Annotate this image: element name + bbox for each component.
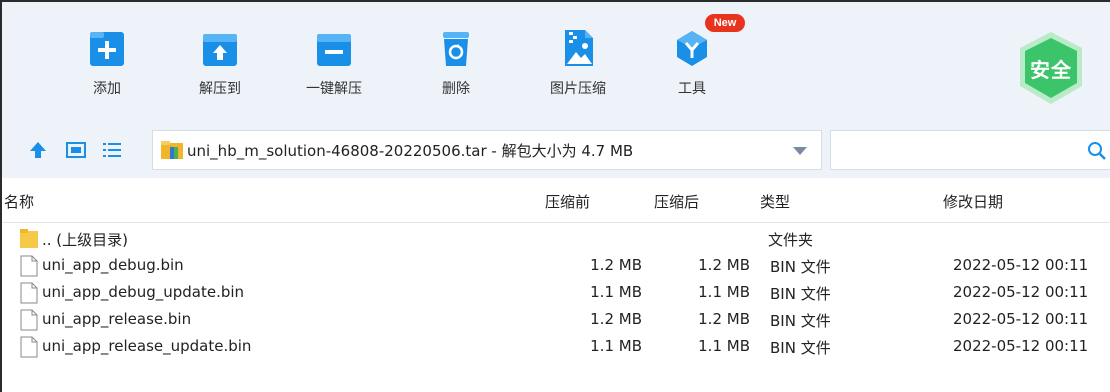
folder-icon [20,228,38,250]
file-name: uni_app_release.bin [42,310,192,328]
size-before: 1.2 MB [590,310,642,328]
table-row[interactable]: uni_app_release_update.bin 1.1 MB 1.1 MB… [2,334,1110,361]
size-after: 1.1 MB [698,337,750,355]
parent-directory-label: .. (上级目录) [42,231,129,249]
add-icon [88,28,126,68]
image-compress-label: 图片压缩 [550,81,606,97]
table-row[interactable]: uni_app_release.bin 1.2 MB 1.2 MB BIN 文件… [2,307,1110,334]
address-bar-row: uni_hb_m_solution-46808-20220506.tar - 解… [2,122,1110,178]
file-name: uni_app_debug.bin [42,256,184,274]
archive-icon [161,141,183,159]
delete-label: 删除 [442,81,470,97]
size-after: 1.2 MB [698,256,750,274]
parent-directory-type: 文件夹 [768,231,814,249]
delete-button[interactable]: 删除 [406,14,506,98]
file-icon [20,336,38,358]
file-icon [20,255,38,277]
column-header-before[interactable]: 压缩前 [545,191,590,212]
size-before: 1.2 MB [590,256,642,274]
quick-extract-icon [315,28,353,68]
archive-path-text: uni_hb_m_solution-46808-20220506.tar - 解… [187,142,634,160]
file-icon [20,309,38,331]
quick-extract-label: 一键解压 [306,81,362,97]
extract-to-button[interactable]: 解压到 [170,14,270,98]
up-arrow-icon[interactable] [28,140,48,160]
new-badge: New [705,14,745,32]
extract-to-icon [201,28,239,68]
table-row[interactable]: uni_app_debug.bin 1.2 MB 1.2 MB BIN 文件 2… [2,253,1110,280]
extract-to-label: 解压到 [199,81,241,97]
add-button[interactable]: 添加 [57,14,157,98]
chevron-down-icon[interactable] [793,147,807,155]
size-before: 1.1 MB [590,283,642,301]
column-header-date[interactable]: 修改日期 [943,191,1003,212]
file-icon [20,282,38,304]
column-header-type[interactable]: 类型 [760,191,790,212]
file-name: uni_app_debug_update.bin [42,283,245,301]
list-header: 名称 压缩前 压缩后 类型 修改日期 [2,178,1110,223]
modified-date: 2022-05-12 00:11 [953,283,1089,301]
file-name: uni_app_release_update.bin [42,337,252,355]
thumbnail-view-icon[interactable] [66,140,86,160]
quick-extract-button[interactable]: 一键解压 [284,14,384,98]
tools-icon [673,28,711,68]
safe-badge[interactable]: 安全 [1016,30,1086,106]
modified-date: 2022-05-12 00:11 [953,310,1089,328]
column-header-name[interactable]: 名称 [4,191,34,212]
file-type: BIN 文件 [770,258,831,276]
image-compress-button[interactable]: 图片压缩 [528,14,628,98]
safe-label: 安全 [1030,58,1072,82]
add-label: 添加 [93,81,121,97]
file-type: BIN 文件 [770,312,831,330]
search-input[interactable] [839,131,1083,169]
column-header-after[interactable]: 压缩后 [654,191,699,212]
image-compress-icon [559,28,597,68]
delete-icon [437,28,475,68]
size-before: 1.1 MB [590,337,642,355]
modified-date: 2022-05-12 00:11 [953,337,1089,355]
table-row[interactable]: uni_app_debug_update.bin 1.1 MB 1.1 MB B… [2,280,1110,307]
modified-date: 2022-05-12 00:11 [953,256,1089,274]
list-view-icon[interactable] [102,140,122,160]
size-after: 1.1 MB [698,283,750,301]
toolbar: 添加 解压到 一键解压 删除 图片压缩 工具 New 安全 [2,2,1110,122]
search-icon[interactable] [1087,141,1107,161]
path-dropdown[interactable]: uni_hb_m_solution-46808-20220506.tar - 解… [152,130,822,170]
search-box[interactable] [830,130,1110,170]
parent-directory-row[interactable]: .. (上级目录) 文件夹 [2,226,1110,253]
size-after: 1.2 MB [698,310,750,328]
file-type: BIN 文件 [770,339,831,357]
file-list: 名称 压缩前 压缩后 类型 修改日期 .. (上级目录) 文件夹 uni_app… [2,178,1110,392]
file-type: BIN 文件 [770,285,831,303]
tools-label: 工具 [678,81,706,97]
